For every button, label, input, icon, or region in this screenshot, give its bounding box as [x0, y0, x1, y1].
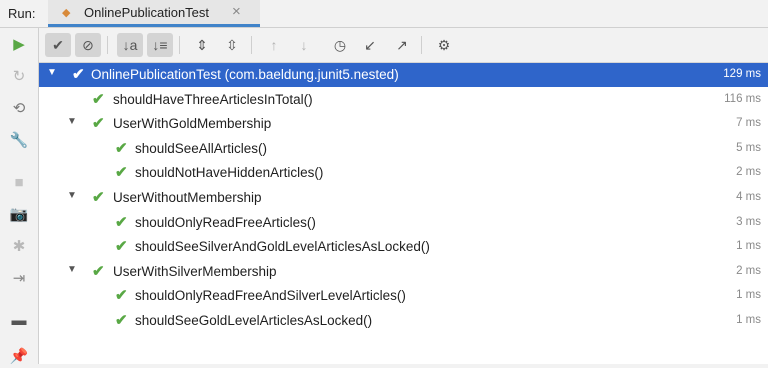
- test-toolbar: ✔ ⊘ ↓a ↓≡ ⇕ ⇳ ↑ ↓ ◷ ↙ ↗ ⚙: [39, 28, 768, 63]
- sort-alphabetically-icon[interactable]: ↓a: [117, 33, 143, 57]
- test-duration: 1 ms: [736, 314, 761, 326]
- run-config-icon: ◆: [62, 7, 71, 19]
- test-passed-icon: ✔: [92, 91, 105, 108]
- show-ignored-icon[interactable]: ⊘: [75, 33, 101, 57]
- test-name: shouldOnlyReadFreeArticles(): [135, 215, 316, 230]
- test-passed-icon: ✔: [72, 66, 85, 83]
- settings-gear-icon[interactable]: ⚙: [431, 33, 457, 57]
- chevron-down-icon[interactable]: ▼: [47, 67, 57, 78]
- next-failed-icon[interactable]: ↓: [291, 33, 317, 57]
- test-tree-row[interactable]: ✔ shouldSeeGoldLevelArticlesAsLocked() 1 m…: [39, 309, 768, 333]
- test-duration: 116 ms: [724, 93, 761, 105]
- close-icon[interactable]: ×: [232, 3, 241, 20]
- toggle-auto-test-icon[interactable]: ⟲: [8, 98, 30, 120]
- test-name: shouldSeeAllArticles(): [135, 141, 268, 156]
- show-passed-icon[interactable]: ✔: [45, 33, 71, 57]
- test-duration: 5 ms: [736, 142, 761, 154]
- toolbar-separator: [421, 36, 422, 54]
- test-name: shouldHaveThreeArticlesInTotal(): [113, 92, 313, 107]
- toolbar-separator: [179, 36, 180, 54]
- test-history-icon[interactable]: ◷: [327, 33, 353, 57]
- test-tree-row[interactable]: ▼ ✔ UserWithoutMembership 4 ms: [39, 186, 768, 210]
- test-passed-icon: ✔: [92, 189, 105, 206]
- test-passed-icon: ✔: [115, 164, 128, 181]
- test-passed-icon: ✔: [115, 287, 128, 304]
- run-label: Run:: [8, 6, 36, 21]
- test-name: shouldSeeSilverAndGoldLevelArticlesAsLoc…: [135, 239, 430, 254]
- test-tree-row[interactable]: ✔ shouldSeeSilverAndGoldLevelArticlesAsLo…: [39, 235, 768, 259]
- test-passed-icon: ✔: [92, 115, 105, 132]
- tab-online-publication-test[interactable]: ◆ OnlinePublicationTest ×: [48, 0, 260, 27]
- toolbar-separator: [107, 36, 108, 54]
- expand-all-icon[interactable]: ⇕: [189, 33, 215, 57]
- camera-icon[interactable]: 📷: [8, 204, 30, 226]
- test-passed-icon: ✔: [115, 214, 128, 231]
- settings-wrench-icon[interactable]: 🔧: [8, 130, 30, 152]
- test-results-tree: ▼ ✔ OnlinePublicationTest (com.baeldung.ju…: [39, 63, 768, 364]
- test-tree-row[interactable]: ✔ shouldOnlyReadFreeAndSilverLevelArticle…: [39, 284, 768, 308]
- test-name: shouldSeeGoldLevelArticlesAsLocked(): [135, 313, 373, 328]
- previous-failed-icon[interactable]: ↑: [261, 33, 287, 57]
- test-duration: 129 ms: [723, 68, 761, 80]
- test-tree-row[interactable]: ▼ ✔ OnlinePublicationTest (com.baeldung.ju…: [39, 63, 768, 87]
- rerun-failed-icon[interactable]: ↻: [8, 66, 30, 88]
- test-duration: 1 ms: [736, 240, 761, 252]
- test-name: UserWithGoldMembership: [113, 116, 272, 131]
- layout-icon[interactable]: ▬: [8, 310, 30, 332]
- chevron-down-icon[interactable]: ▼: [67, 116, 77, 127]
- test-tree-row[interactable]: ✔ shouldSeeAllArticles() 5 ms: [39, 137, 768, 161]
- tab-title: OnlinePublicationTest: [84, 5, 210, 20]
- run-tab-bar: Run: ◆ OnlinePublicationTest ×: [0, 0, 768, 28]
- stop-icon[interactable]: ■: [8, 172, 30, 194]
- test-duration: 3 ms: [736, 216, 761, 228]
- import-tests-icon[interactable]: ↙: [357, 33, 383, 57]
- test-duration: 2 ms: [736, 166, 761, 178]
- test-passed-icon: ✔: [92, 263, 105, 280]
- export-results-icon[interactable]: ↗: [389, 33, 415, 57]
- test-passed-icon: ✔: [115, 140, 128, 157]
- sort-by-duration-icon[interactable]: ↓≡: [147, 33, 173, 57]
- pin-icon[interactable]: 📌: [8, 346, 30, 368]
- test-duration: 1 ms: [736, 289, 761, 301]
- test-tree-row[interactable]: ✔ shouldHaveThreeArticlesInTotal() 116 ms: [39, 88, 768, 112]
- test-name: UserWithoutMembership: [113, 190, 262, 205]
- test-duration: 2 ms: [736, 265, 761, 277]
- test-name: shouldNotHaveHiddenArticles(): [135, 165, 324, 180]
- test-passed-icon: ✔: [115, 312, 128, 329]
- bug-icon[interactable]: ✱: [8, 236, 30, 258]
- toolbar-separator: [251, 36, 252, 54]
- test-tree-row[interactable]: ✔ shouldOnlyReadFreeArticles() 3 ms: [39, 211, 768, 235]
- test-duration: 7 ms: [736, 117, 761, 129]
- test-name: OnlinePublicationTest (com.baeldung.juni…: [91, 67, 399, 82]
- exit-icon[interactable]: ⇥: [8, 268, 30, 290]
- chevron-down-icon[interactable]: ▼: [67, 190, 77, 201]
- rerun-icon[interactable]: ▶: [8, 34, 30, 56]
- collapse-all-icon[interactable]: ⇳: [219, 33, 245, 57]
- chevron-down-icon[interactable]: ▼: [67, 264, 77, 275]
- test-name: shouldOnlyReadFreeAndSilverLevelArticles…: [135, 288, 406, 303]
- run-sidebar: ▶ ↻ ⟲ 🔧 ■ 📷 ✱ ⇥ ▬ 📌: [0, 28, 39, 365]
- test-tree-row[interactable]: ▼ ✔ UserWithGoldMembership 7 ms: [39, 112, 768, 136]
- test-passed-icon: ✔: [115, 238, 128, 255]
- test-tree-row[interactable]: ▼ ✔ UserWithSilverMembership 2 ms: [39, 260, 768, 284]
- test-tree-row[interactable]: ✔ shouldNotHaveHiddenArticles() 2 ms: [39, 161, 768, 185]
- test-name: UserWithSilverMembership: [113, 264, 277, 279]
- test-duration: 4 ms: [736, 191, 761, 203]
